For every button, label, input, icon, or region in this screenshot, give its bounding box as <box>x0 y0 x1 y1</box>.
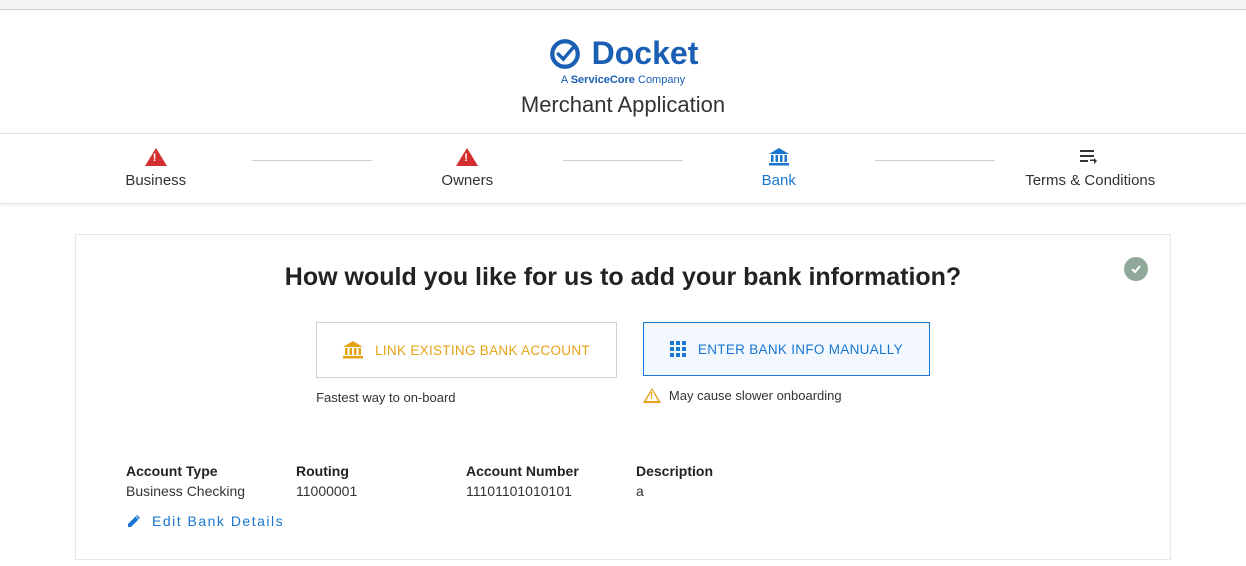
warning-icon <box>0 146 312 168</box>
detail-account-number: Account Number 11101101010101 <box>466 463 596 499</box>
tab-bar: Business Owners Bank <box>0 134 1246 204</box>
detail-value: Business Checking <box>126 483 256 499</box>
tab-bank[interactable]: Bank <box>623 134 935 203</box>
detail-label: Account Type <box>126 463 256 479</box>
tab-owners[interactable]: Owners <box>312 134 624 203</box>
tagline-prefix: A <box>561 74 571 86</box>
tab-business[interactable]: Business <box>0 134 312 203</box>
header: Docket A ServiceCore Company Merchant Ap… <box>0 10 1246 134</box>
bank-info-card: How would you like for us to add your ba… <box>75 234 1171 560</box>
manual-bank-button[interactable]: ENTER BANK INFO MANUALLY <box>643 322 930 376</box>
warning-outline-icon <box>643 388 661 403</box>
terms-icon <box>935 146 1246 168</box>
tab-label: Business <box>0 172 312 189</box>
logo-mark-icon <box>548 37 582 71</box>
tagline-bold: ServiceCore <box>571 74 635 86</box>
bank-icon <box>343 341 363 359</box>
pencil-icon <box>126 513 142 529</box>
detail-value: 11101101010101 <box>466 483 596 499</box>
tagline-suffix: Company <box>635 74 685 86</box>
detail-account-type: Account Type Business Checking <box>126 463 256 499</box>
button-label: LINK EXISTING BANK ACCOUNT <box>375 343 590 358</box>
warning-icon <box>312 146 624 168</box>
complete-badge-icon <box>1124 257 1148 281</box>
tab-label: Terms & Conditions <box>935 172 1246 189</box>
button-label: ENTER BANK INFO MANUALLY <box>698 342 903 357</box>
grid-icon <box>670 341 686 357</box>
bank-details: Account Type Business Checking Routing 1… <box>116 463 1130 529</box>
edit-link-label: Edit Bank Details <box>152 513 284 529</box>
logo: Docket <box>0 35 1246 72</box>
detail-routing: Routing 11000001 <box>296 463 426 499</box>
bank-icon <box>623 146 935 168</box>
detail-label: Routing <box>296 463 426 479</box>
tab-label: Bank <box>623 172 935 189</box>
detail-label: Account Number <box>466 463 596 479</box>
edit-bank-details-link[interactable]: Edit Bank Details <box>126 513 930 529</box>
manual-hint: May cause slower onboarding <box>643 388 930 403</box>
detail-value: a <box>636 483 766 499</box>
tab-label: Owners <box>312 172 624 189</box>
top-bar <box>0 0 1246 10</box>
brand-tagline: A ServiceCore Company <box>0 74 1246 86</box>
manual-hint-text: May cause slower onboarding <box>669 388 842 403</box>
detail-description: Description a <box>636 463 766 499</box>
brand-name: Docket <box>592 35 699 72</box>
detail-label: Description <box>636 463 766 479</box>
option-row: LINK EXISTING BANK ACCOUNT Fastest way t… <box>116 322 1130 405</box>
card-title: How would you like for us to add your ba… <box>116 263 1130 292</box>
link-bank-button[interactable]: LINK EXISTING BANK ACCOUNT <box>316 322 617 378</box>
tab-terms[interactable]: Terms & Conditions <box>935 134 1246 203</box>
detail-value: 11000001 <box>296 483 426 499</box>
link-hint: Fastest way to on-board <box>316 390 617 405</box>
app-title: Merchant Application <box>0 92 1246 118</box>
